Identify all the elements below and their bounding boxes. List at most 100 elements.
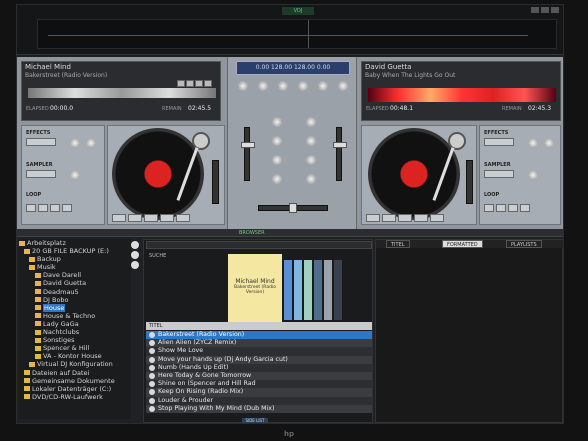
close-button[interactable]	[551, 7, 559, 13]
tree-item[interactable]: Spencer & Hill	[19, 344, 131, 352]
volume-fader-left-handle[interactable]	[241, 142, 255, 148]
tree-item[interactable]: Deadmau5	[19, 288, 131, 296]
track-row[interactable]: Alien Alien (ZYCZ Remix)	[146, 339, 372, 348]
tree-item[interactable]: House & Techno	[19, 312, 131, 320]
tree-item[interactable]: David Guetta	[19, 279, 131, 287]
deck-right-cue-button[interactable]	[366, 214, 380, 222]
tree-item[interactable]: DJ Bobo	[19, 296, 131, 304]
track-list-header[interactable]: TITEL	[146, 322, 372, 330]
deck-left-loop-btn-4[interactable]	[62, 204, 72, 212]
mixer-knob-1[interactable]	[238, 81, 248, 91]
deck-right-loop-btn-3[interactable]	[508, 204, 518, 212]
deck-right-loop-btn-2[interactable]	[496, 204, 506, 212]
maximize-button[interactable]	[541, 7, 549, 13]
deck-left-play-button[interactable]	[144, 214, 158, 222]
tree-item[interactable]: Virtual DJ Konfiguration	[19, 360, 131, 368]
deck-left-sampler-select[interactable]	[26, 170, 56, 178]
mixer-knob-6[interactable]	[338, 81, 348, 91]
deck-left-loop-btn-1[interactable]	[26, 204, 36, 212]
deck-left-effects-select[interactable]	[26, 138, 56, 146]
track-row[interactable]: Keep On Rising (Radio Mix)	[146, 388, 372, 397]
deck-right-sampler-select[interactable]	[484, 170, 514, 178]
deck-left-effect-knob-2[interactable]	[86, 138, 96, 148]
tree-item[interactable]: VA - Kontor House	[19, 352, 131, 360]
crossfader[interactable]	[258, 203, 328, 213]
mixer-knob-2[interactable]	[258, 81, 268, 91]
tree-item[interactable]: Nachtclubs	[19, 328, 131, 336]
tab-playlists[interactable]: PLAYLISTS	[506, 240, 542, 248]
deck-left-pitch-btn-3[interactable]	[195, 80, 203, 87]
track-row[interactable]: Stop Playing With My Mind (Dub Mix)	[146, 404, 372, 413]
eq-left-gain-knob[interactable]	[272, 174, 282, 184]
search-bar[interactable]: SUCHE	[146, 241, 372, 259]
overview-waveform[interactable]	[37, 19, 557, 49]
playlist-button[interactable]	[131, 261, 139, 269]
deck-left-pitch-btn-1[interactable]	[177, 80, 185, 87]
crossfader-handle[interactable]	[289, 203, 297, 213]
deck-left-loop-btn-2[interactable]	[38, 204, 48, 212]
recent-button[interactable]	[131, 251, 139, 259]
tree-item[interactable]: Gemeinsame Dokumente	[19, 377, 131, 385]
deck-left-pitch-btn-2[interactable]	[186, 80, 194, 87]
tree-item[interactable]: Arbeitsplatz	[19, 239, 131, 247]
track-row[interactable]: Here Today & Gone Tomorrow	[146, 371, 372, 381]
volume-fader-right-handle[interactable]	[333, 142, 347, 148]
tab-formatted[interactable]: FORMATTED	[442, 240, 483, 248]
track-row[interactable]: Shine on (Spencer and Hill Rad	[146, 380, 372, 389]
volume-fader-left[interactable]	[241, 127, 255, 181]
mixer-knob-5[interactable]	[318, 81, 328, 91]
deck-right-pause-button[interactable]	[382, 214, 396, 222]
eq-left-low-knob[interactable]	[272, 155, 282, 165]
track-row-selected[interactable]: Bakerstreet (Radio Version)	[146, 331, 372, 340]
deck-right-sampler-knob[interactable]	[528, 170, 538, 180]
deck-right-sync-button[interactable]	[430, 214, 444, 222]
tree-item[interactable]: 20 GB FILE BACKUP (E:)	[19, 247, 131, 255]
track-row[interactable]: Numb (Hands Up Edit)	[146, 363, 372, 372]
deck-right-pitch-slider[interactable]	[466, 160, 473, 204]
deck-left-pitch-btn-4[interactable]	[204, 80, 212, 87]
deck-left-stop-button[interactable]	[160, 214, 174, 222]
track-row[interactable]: Louder & Prouder	[146, 396, 372, 405]
eq-right-mid-knob[interactable]	[306, 136, 316, 146]
tab-titel[interactable]: TITEL	[386, 240, 410, 248]
deck-right-loop-btn-4[interactable]	[520, 204, 530, 212]
deck-right-effects-select[interactable]	[484, 138, 514, 146]
deck-right-turntable[interactable]	[368, 128, 460, 220]
tree-item[interactable]: Dateien auf Datei	[19, 369, 131, 377]
eq-right-gain-knob[interactable]	[306, 174, 316, 184]
deck-right-effect-knob-2[interactable]	[544, 138, 554, 148]
eq-left-high-knob[interactable]	[272, 117, 282, 127]
track-row[interactable]: Move your hands up (Dj Andy Garcia cut)	[146, 355, 372, 364]
tree-item[interactable]: Dave Darell	[19, 271, 131, 279]
deck-right-stop-button[interactable]	[414, 214, 428, 222]
eq-right-low-knob[interactable]	[306, 155, 316, 165]
tree-item[interactable]: Musik	[19, 263, 131, 271]
tree-item[interactable]: Backup	[19, 255, 131, 263]
deck-left-turntable[interactable]	[112, 128, 204, 220]
eq-left-mid-knob[interactable]	[272, 136, 282, 146]
deck-right-loop-btn-1[interactable]	[484, 204, 494, 212]
deck-left-pitch-slider[interactable]	[212, 160, 219, 204]
tree-item[interactable]: Lady GaGa	[19, 320, 131, 328]
search-db-button[interactable]	[131, 241, 139, 249]
eq-right-high-knob[interactable]	[306, 117, 316, 127]
mixer-knob-3[interactable]	[278, 81, 288, 91]
tab-browser[interactable]: BROWSER	[239, 230, 265, 236]
deck-left-pause-button[interactable]	[128, 214, 142, 222]
deck-left-effect-knob-1[interactable]	[70, 138, 80, 148]
deck-right-effect-knob-1[interactable]	[528, 138, 538, 148]
mixer-knob-4[interactable]	[298, 81, 308, 91]
tree-item[interactable]: DVD/CD-RW-Laufwerk	[19, 393, 131, 401]
deck-left-cue-button[interactable]	[112, 214, 126, 222]
tree-item-selected[interactable]: House	[19, 303, 131, 312]
deck-left-loop-btn-3[interactable]	[50, 204, 60, 212]
deck-left-sampler-knob[interactable]	[70, 170, 80, 180]
tree-item[interactable]: Lokaler Datenträger (C:)	[19, 385, 131, 393]
minimize-button[interactable]	[531, 7, 539, 13]
tree-item[interactable]: Sonstiges	[19, 336, 131, 344]
track-row[interactable]: Show Me Love	[146, 347, 372, 356]
side-list-button[interactable]: SIDE LIST	[242, 418, 268, 423]
deck-left-sync-button[interactable]	[176, 214, 190, 222]
deck-right-play-button[interactable]	[398, 214, 412, 222]
deck-right-waveform[interactable]	[368, 88, 556, 102]
